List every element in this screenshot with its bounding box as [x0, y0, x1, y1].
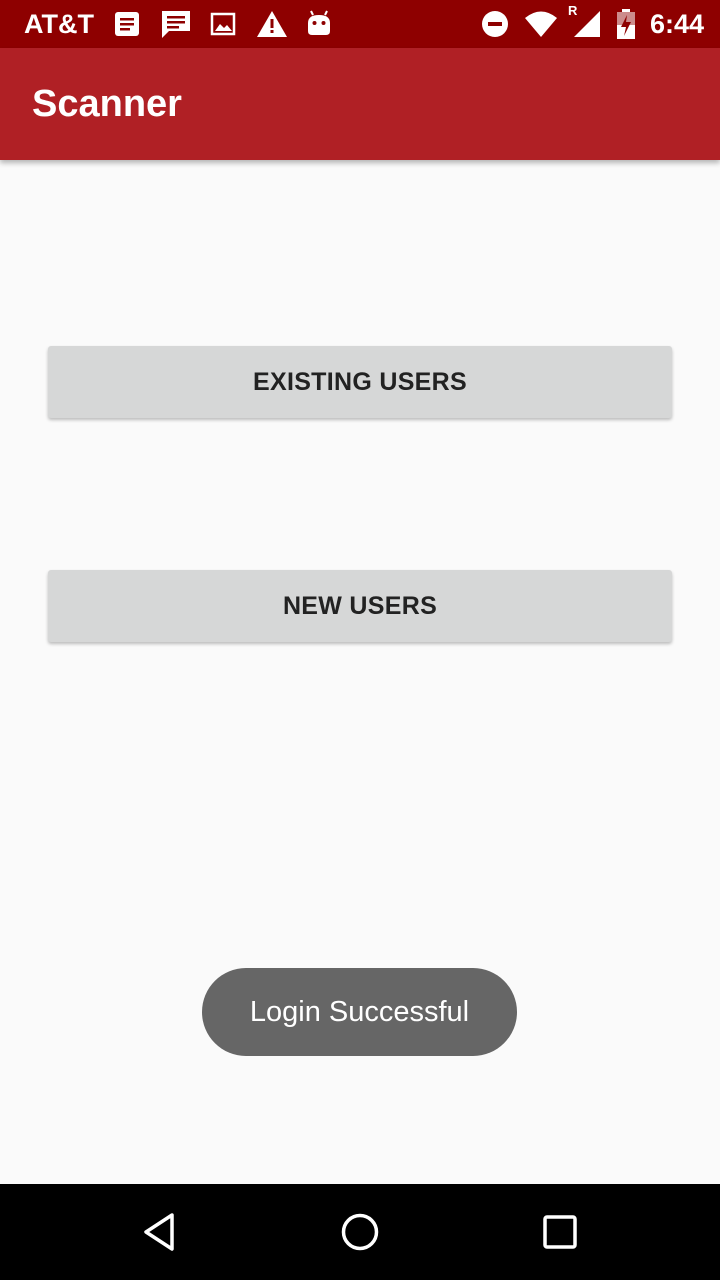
status-bar-left: AT&T: [24, 0, 334, 48]
status-bar-right: R 6:44: [480, 0, 704, 48]
status-bar: AT&T R 6:44: [0, 0, 720, 48]
back-icon[interactable]: [136, 1208, 184, 1256]
image-icon: [208, 9, 238, 39]
new-users-button[interactable]: NEW USERS: [48, 570, 672, 642]
roaming-indicator: R: [567, 3, 578, 18]
app-title: Scanner: [32, 83, 182, 125]
warning-icon: [256, 9, 287, 39]
wifi-icon: [524, 9, 558, 39]
signal-icon: R: [568, 3, 602, 39]
clock: 6:44: [649, 8, 704, 39]
carrier-label: AT&T: [24, 8, 94, 39]
home-icon[interactable]: [336, 1208, 384, 1256]
app-bar: Scanner: [0, 48, 720, 160]
battery-charging-icon: [616, 9, 636, 39]
notes-icon: [112, 9, 142, 39]
screen: AT&T R 6:44 Scanner EXISTING USERS NEW U…: [0, 0, 720, 1280]
android-icon: [304, 9, 334, 39]
existing-users-button[interactable]: EXISTING USERS: [48, 346, 672, 418]
recents-icon[interactable]: [536, 1208, 584, 1256]
toast-message: Login Successful: [202, 968, 517, 1056]
navigation-bar: [0, 1184, 720, 1280]
message-icon: [160, 9, 190, 39]
do-not-disturb-icon: [480, 9, 510, 39]
